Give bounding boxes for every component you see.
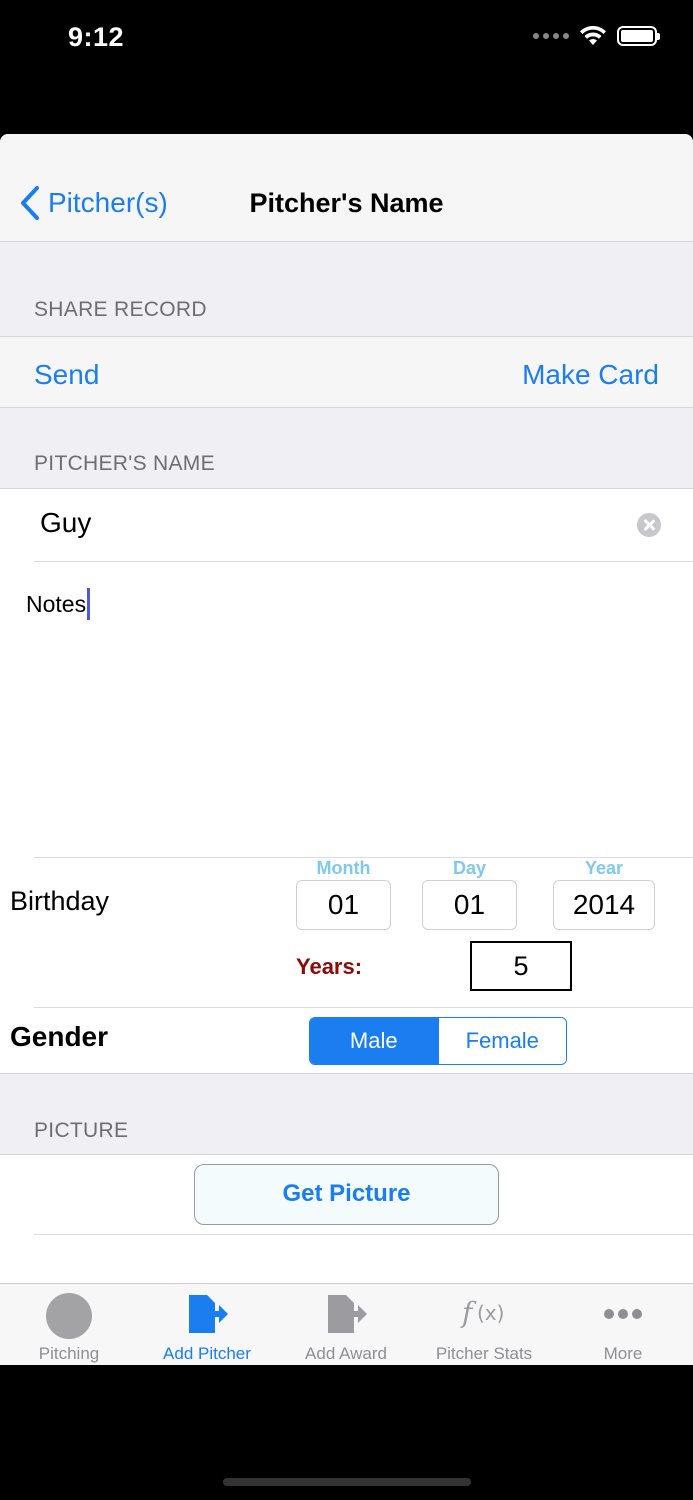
year-picker: Year 2014 xyxy=(553,858,655,930)
year-field[interactable]: 2014 xyxy=(553,880,655,930)
year-caption: Year xyxy=(584,858,624,878)
years-label: Years: xyxy=(296,954,363,979)
add-pitcher-icon xyxy=(189,1295,228,1333)
tab-pitcher-stats[interactable]: f (x) Pitcher Stats xyxy=(415,1284,553,1365)
section-title: PITCHER'S NAME xyxy=(34,452,215,475)
page-title: Pitcher's Name xyxy=(249,188,444,218)
tab-label: Pitching xyxy=(38,1344,100,1363)
signal-icon xyxy=(533,33,569,39)
wifi-icon xyxy=(580,26,606,45)
section-header-picture: PICTURE xyxy=(0,1073,693,1154)
pitcher-name-input[interactable] xyxy=(40,507,600,539)
navigation-bar: Pitcher(s) Pitcher's Name xyxy=(0,134,693,242)
add-award-icon xyxy=(328,1295,367,1333)
section-title: PICTURE xyxy=(34,1119,129,1142)
battery-icon xyxy=(617,26,660,46)
tab-pitching[interactable]: Pitching xyxy=(0,1284,138,1365)
tab-label: Add Award xyxy=(305,1344,387,1363)
years-value: 5 xyxy=(470,941,572,991)
status-bar: 9:12 xyxy=(0,0,693,80)
tab-label: More xyxy=(603,1344,643,1363)
tab-add-award[interactable]: Add Award xyxy=(277,1284,415,1365)
function-icon: f (x) xyxy=(460,1296,504,1329)
clear-text-icon[interactable] xyxy=(637,513,661,537)
picture-row: Get Picture xyxy=(0,1154,693,1282)
gender-label: Gender xyxy=(10,1021,109,1052)
app-screen: Pitcher(s) Pitcher's Name SHARE RECORD S… xyxy=(0,134,693,1365)
baseball-icon xyxy=(46,1293,92,1339)
gender-option-female[interactable]: Female xyxy=(437,1018,566,1064)
day-caption: Day xyxy=(452,858,487,878)
notch xyxy=(172,0,522,50)
tab-add-pitcher[interactable]: Add Pitcher xyxy=(138,1284,276,1365)
month-field[interactable]: 01 xyxy=(296,880,391,930)
status-time: 9:12 xyxy=(68,22,125,52)
svg-text:(x): (x) xyxy=(477,1301,504,1325)
more-icon xyxy=(604,1309,642,1319)
divider xyxy=(34,1007,693,1008)
month-picker: Month 01 xyxy=(296,858,391,930)
tab-bar: Pitching Add Pitcher Add Award f (x) Pit… xyxy=(0,1283,693,1365)
send-button[interactable]: Send xyxy=(34,359,99,391)
get-picture-button[interactable]: Get Picture xyxy=(194,1164,499,1225)
tab-label: Add Pitcher xyxy=(163,1344,251,1363)
day-field[interactable]: 01 xyxy=(422,880,517,930)
section-title: SHARE RECORD xyxy=(34,298,207,321)
tab-label: Pitcher Stats xyxy=(435,1344,533,1363)
divider xyxy=(34,1234,693,1235)
gender-segmented-control: Male Female xyxy=(309,1017,567,1065)
day-picker: Day 01 xyxy=(422,858,517,930)
share-record-row: Send Make Card xyxy=(0,336,693,408)
text-cursor xyxy=(87,588,91,620)
status-icons xyxy=(533,26,660,46)
notes-field[interactable]: Notes xyxy=(26,588,91,620)
make-card-button[interactable]: Make Card xyxy=(522,359,659,391)
section-header-share-record: SHARE RECORD xyxy=(0,242,693,336)
svg-text:f: f xyxy=(460,1296,477,1329)
name-row xyxy=(0,488,693,562)
gender-option-male[interactable]: Male xyxy=(310,1018,438,1064)
home-indicator[interactable] xyxy=(223,1478,471,1486)
tab-more[interactable]: More xyxy=(554,1284,692,1365)
divider xyxy=(34,561,693,562)
month-caption: Month xyxy=(316,858,371,878)
birthday-label: Birthday xyxy=(10,886,110,916)
notes-text: Notes xyxy=(26,590,87,617)
section-header-pitchers-name: PITCHER'S NAME xyxy=(0,408,693,488)
